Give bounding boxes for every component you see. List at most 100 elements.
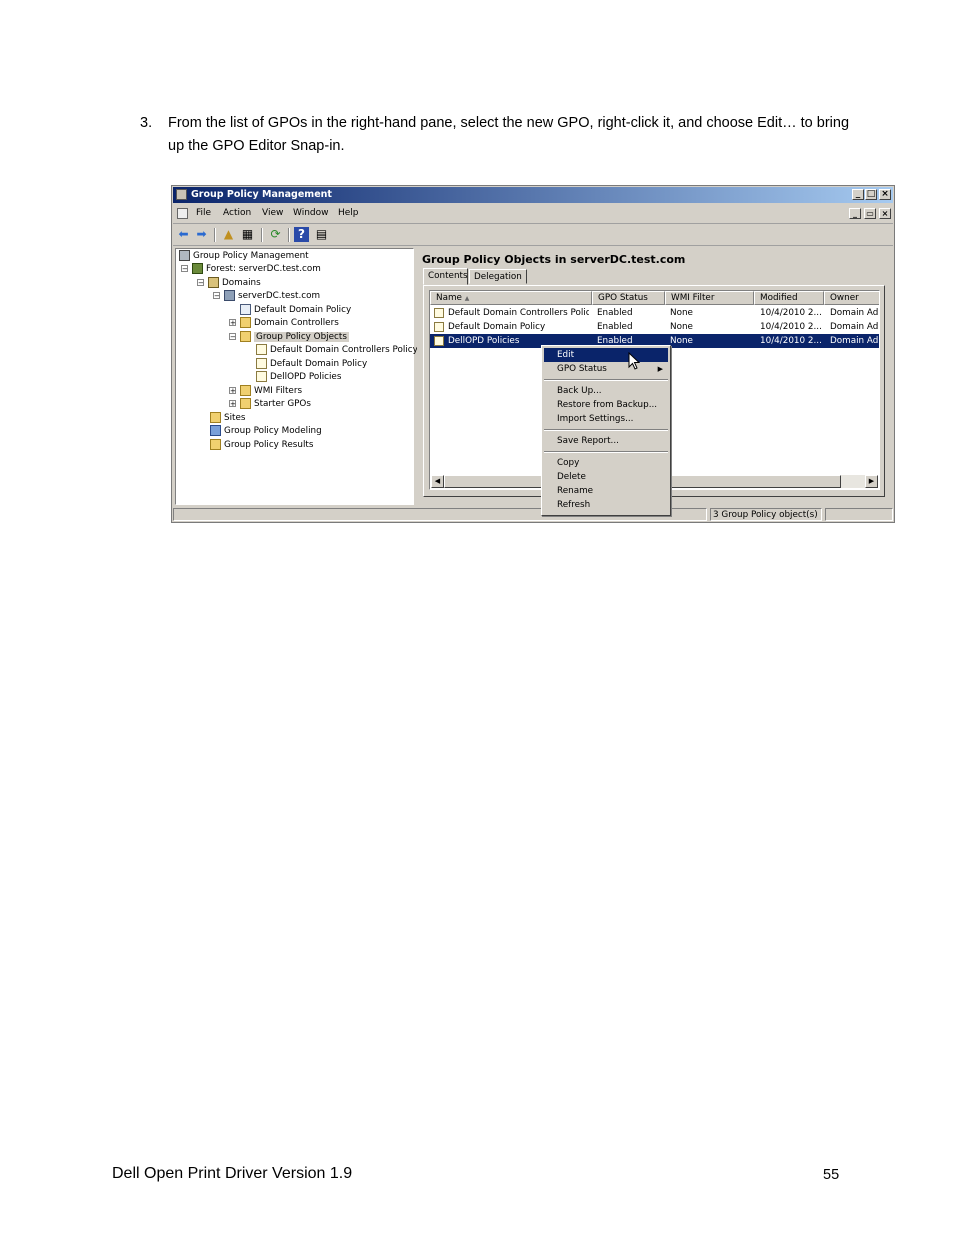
menu-item-delete[interactable]: Delete <box>544 470 668 484</box>
properties-icon[interactable]: ▤ <box>314 227 329 242</box>
menu-separator <box>544 451 668 453</box>
sort-ascending-icon: ▲ <box>464 295 470 302</box>
mmc-icon <box>177 208 188 219</box>
gpo-icon <box>256 371 267 382</box>
expand-icon[interactable]: + <box>229 387 236 395</box>
gpm-window: Group Policy Management _ □ × File Actio… <box>171 185 895 523</box>
scroll-right-icon[interactable]: ▶ <box>865 475 878 488</box>
column-owner[interactable]: Owner <box>824 291 879 305</box>
app-icon <box>176 189 187 200</box>
menu-view[interactable]: View <box>262 208 283 218</box>
submenu-arrow-icon: ▶ <box>657 365 663 373</box>
collapse-icon[interactable]: − <box>197 279 204 287</box>
menu-action[interactable]: Action <box>223 208 251 218</box>
back-arrow-icon[interactable]: ⬅ <box>176 227 191 242</box>
help-icon[interactable]: ? <box>294 227 309 242</box>
tree-item-default-dc-policy[interactable]: Default Domain Controllers Policy <box>256 344 418 357</box>
menu-item-restore-from-backup[interactable]: Restore from Backup... <box>544 398 668 412</box>
menu-item-back-up[interactable]: Back Up... <box>544 384 668 398</box>
forward-arrow-icon[interactable]: ➡ <box>194 227 209 242</box>
tree-item-serverdc[interactable]: − serverDC.test.com <box>213 290 320 303</box>
mouse-cursor-icon <box>628 352 640 370</box>
starter-folder-icon <box>240 398 251 409</box>
show-hide-tree-icon[interactable]: ▦ <box>240 227 255 242</box>
pane-title: Group Policy Objects in serverDC.test.co… <box>422 253 686 266</box>
menu-item-refresh[interactable]: Refresh <box>544 498 668 512</box>
close-button[interactable]: × <box>879 189 891 200</box>
toolbar-separator <box>214 228 216 242</box>
child-restore-button[interactable]: ▭ <box>864 208 876 219</box>
title-bar: Group Policy Management _ □ × <box>173 187 893 203</box>
gpo-icon <box>434 335 444 346</box>
collapse-icon[interactable]: − <box>181 265 188 273</box>
collapse-icon[interactable]: − <box>213 292 220 300</box>
wmi-folder-icon <box>240 385 251 396</box>
menu-window[interactable]: Window <box>293 208 329 218</box>
column-gpo-status[interactable]: GPO Status <box>592 291 665 305</box>
gpm-icon <box>179 250 190 261</box>
gpo-link-icon <box>240 304 251 315</box>
menu-separator <box>544 379 668 381</box>
menu-bar: File Action View Window Help _ ▭ × <box>173 205 893 224</box>
footer-page-number: 55 <box>823 1167 840 1183</box>
menu-file[interactable]: File <box>196 208 211 218</box>
minimize-button[interactable]: _ <box>852 189 864 200</box>
domains-icon <box>208 277 219 288</box>
collapse-icon[interactable]: − <box>229 333 236 341</box>
console-tree: Group Policy Management − Forest: serverD… <box>175 248 418 505</box>
gpo-folder-icon <box>240 331 251 342</box>
menu-item-gpo-status[interactable]: GPO Status ▶ <box>544 362 668 376</box>
tree-item-domains[interactable]: − Domains <box>197 277 261 290</box>
tree-item-forest[interactable]: − Forest: serverDC.test.com <box>181 263 321 276</box>
scroll-left-icon[interactable]: ◀ <box>431 475 444 488</box>
menu-item-rename[interactable]: Rename <box>544 484 668 498</box>
toolbar: ⬅ ➡ ▲ ▦ ⟳ ? ▤ <box>173 225 893 246</box>
tree-item-domain-controllers[interactable]: + Domain Controllers <box>229 317 339 330</box>
gpo-icon <box>256 358 267 369</box>
tree-item-gp-modeling[interactable]: Group Policy Modeling <box>210 425 322 438</box>
column-wmi-filter[interactable]: WMI Filter <box>665 291 754 305</box>
table-row[interactable]: Default Domain Policy Enabled None 10/4/… <box>430 320 879 334</box>
context-menu: Edit GPO Status ▶ Back Up... Restore from… <box>541 345 671 516</box>
tree-item-default-domain-policy-link[interactable]: Default Domain Policy <box>240 304 351 317</box>
footer-doc-title: Dell Open Print Driver Version 1.9 <box>112 1165 353 1182</box>
tree-item-gpm[interactable]: Group Policy Management <box>179 250 309 263</box>
tree-item-group-policy-objects[interactable]: − Group Policy Objects <box>229 331 349 344</box>
domain-icon <box>224 290 235 301</box>
child-minimize-button[interactable]: _ <box>849 208 861 219</box>
tree-item-sites[interactable]: Sites <box>210 412 245 425</box>
step-text: From the list of GPOs in the right-hand … <box>168 115 850 154</box>
refresh-icon[interactable]: ⟳ <box>268 227 283 242</box>
menu-separator <box>544 429 668 431</box>
tree-item-starter-gpos[interactable]: + Starter GPOs <box>229 398 311 411</box>
gpo-icon <box>434 321 444 332</box>
menu-item-save-report[interactable]: Save Report... <box>544 434 668 448</box>
tree-item-wmi-filters[interactable]: + WMI Filters <box>229 385 302 398</box>
sites-icon <box>210 412 221 423</box>
list-header: Name ▲ GPO Status WMI Filter Modified Ow… <box>430 291 879 305</box>
modeling-icon <box>210 425 221 436</box>
column-modified[interactable]: Modified <box>754 291 824 305</box>
tree-item-default-domain-policy[interactable]: Default Domain Policy <box>256 358 367 371</box>
column-name[interactable]: Name ▲ <box>430 291 592 305</box>
status-object-count: 3 Group Policy object(s) <box>710 508 822 521</box>
expand-icon[interactable]: + <box>229 400 236 408</box>
step-number: 3. <box>140 115 153 131</box>
menu-help[interactable]: Help <box>338 208 359 218</box>
child-close-button[interactable]: × <box>879 208 891 219</box>
table-row[interactable]: Default Domain Controllers Policy Enable… <box>430 306 879 320</box>
menu-item-copy[interactable]: Copy <box>544 456 668 470</box>
results-icon <box>210 439 221 450</box>
menu-item-edit[interactable]: Edit <box>544 348 668 362</box>
tree-item-gp-results[interactable]: Group Policy Results <box>210 439 313 452</box>
maximize-button[interactable]: □ <box>865 189 877 200</box>
menu-item-import-settings[interactable]: Import Settings... <box>544 412 668 426</box>
tab-contents[interactable]: Contents <box>423 268 468 285</box>
tree-item-dellopd-policies[interactable]: DellOPD Policies <box>256 371 341 384</box>
up-folder-icon[interactable]: ▲ <box>221 227 236 242</box>
toolbar-separator <box>261 228 263 242</box>
expand-icon[interactable]: + <box>229 319 236 327</box>
toolbar-separator <box>288 228 290 242</box>
status-bar: 3 Group Policy object(s) <box>173 507 893 522</box>
tab-delegation[interactable]: Delegation <box>469 269 527 284</box>
